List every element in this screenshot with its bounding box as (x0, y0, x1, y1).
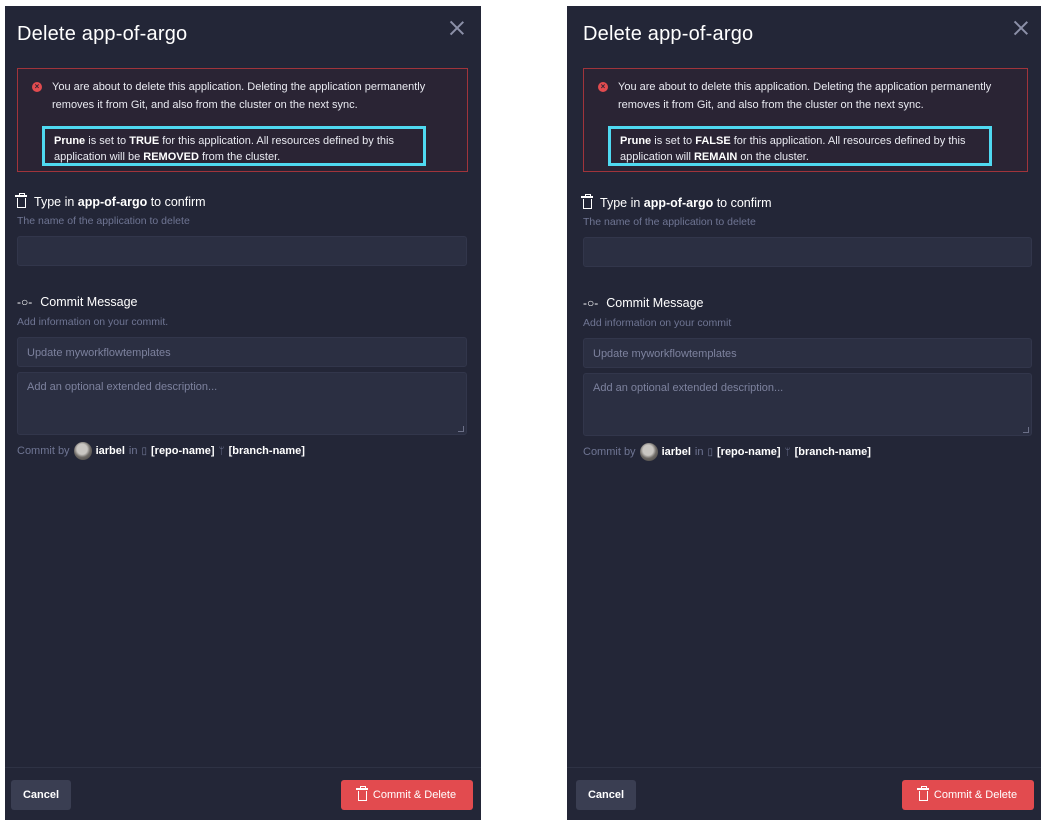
commit-delete-label: Commit & Delete (372, 789, 457, 801)
trash-icon (15, 193, 27, 208)
resize-handle[interactable] (1023, 427, 1029, 433)
commit-heading: -○- Commit Message (17, 295, 138, 309)
close-icon[interactable] (449, 20, 465, 36)
dialog-title: Delete app-of-argo (17, 23, 188, 45)
warning-alert: × You are about to delete this applicati… (583, 68, 1028, 172)
prune-highlight: Prune is set to FALSE for this applicati… (608, 126, 992, 166)
prune-mid-text: is set to (651, 135, 696, 147)
resize-handle[interactable] (458, 426, 464, 432)
footer-divider (567, 767, 1041, 768)
dialog-title: Delete app-of-argo (583, 23, 754, 45)
commit-in-label: in (694, 446, 704, 458)
prune-value: FALSE (695, 135, 731, 147)
commit-user: iarbel (95, 445, 125, 457)
repo-name: [repo-name] (717, 446, 781, 458)
confirm-suffix: to confirm (713, 196, 772, 210)
alert-message: You are about to delete this application… (618, 81, 992, 111)
prune-value: TRUE (129, 135, 160, 147)
commit-by-label: Commit by (17, 445, 70, 457)
branch-icon: ᛘ (784, 446, 791, 458)
confirm-app-name: app-of-argo (643, 196, 714, 210)
trash-icon (355, 786, 368, 801)
commit-heading-label: Commit Message (606, 296, 704, 310)
delete-dialog-prune-true: Delete app-of-argo × You are about to de… (5, 6, 481, 820)
prune-effect: REMOVED (143, 151, 199, 163)
branch-icon: ᛘ (218, 445, 225, 457)
close-icon[interactable] (1013, 20, 1029, 36)
commit-heading: -○- Commit Message (583, 296, 704, 310)
commit-in-label: in (128, 445, 138, 457)
confirm-prefix: Type in (600, 196, 644, 210)
error-icon: × (32, 82, 42, 92)
commit-heading-label: Commit Message (40, 295, 138, 309)
commit-by-label: Commit by (583, 446, 636, 458)
error-icon: × (598, 82, 608, 92)
commit-description-textarea[interactable]: Add an optional extended description... (17, 372, 467, 435)
avatar (639, 443, 658, 461)
footer-divider (5, 767, 481, 768)
commit-hint: Add information on your commit (583, 317, 732, 329)
commit-user: iarbel (661, 446, 691, 458)
repo-icon: ▯ (707, 446, 713, 458)
cancel-button[interactable]: Cancel (11, 780, 71, 810)
confirm-hint: The name of the application to delete (17, 215, 190, 227)
commit-summary-input[interactable]: Update myworkflowtemplates (583, 338, 1032, 368)
warning-alert: × You are about to delete this applicati… (17, 68, 468, 172)
avatar (73, 442, 92, 460)
commit-description-placeholder: Add an optional extended description... (593, 382, 784, 394)
confirm-hint: The name of the application to delete (583, 216, 756, 228)
prune-tail-text: from the cluster. (198, 151, 281, 163)
repo-icon: ▯ (141, 445, 147, 457)
prune-label: Prune (54, 135, 86, 147)
confirm-heading: Type in app-of-argo to confirm (581, 194, 772, 210)
prune-label: Prune (620, 135, 652, 147)
commit-icon: -○- (17, 295, 33, 309)
branch-name: [branch-name] (794, 446, 871, 458)
commit-description-textarea[interactable]: Add an optional extended description... (583, 373, 1032, 436)
commit-delete-label: Commit & Delete (933, 789, 1018, 801)
trash-icon (916, 786, 929, 801)
prune-notice: Prune is set to FALSE for this applicati… (620, 133, 990, 165)
prune-tail-text: on the cluster. (737, 151, 809, 163)
commit-by-line: Commit by iarbel in ▯ [repo-name] ᛘ [bra… (17, 442, 305, 460)
commit-by-line: Commit by iarbel in ▯ [repo-name] ᛘ [bra… (583, 443, 871, 461)
commit-summary-input[interactable]: Update myworkflowtemplates (17, 337, 467, 367)
commit-description-placeholder: Add an optional extended description... (27, 381, 218, 393)
confirm-heading: Type in app-of-argo to confirm (15, 193, 206, 209)
commit-delete-button[interactable]: Commit & Delete (341, 780, 473, 810)
delete-dialog-prune-false: Delete app-of-argo × You are about to de… (567, 6, 1041, 820)
commit-delete-button[interactable]: Commit & Delete (902, 780, 1034, 810)
confirm-label: Type in app-of-argo to confirm (600, 196, 772, 210)
prune-mid-text: is set to (85, 135, 130, 147)
cancel-button[interactable]: Cancel (576, 780, 636, 810)
confirm-name-input[interactable] (17, 236, 467, 266)
confirm-name-input[interactable] (583, 237, 1032, 267)
confirm-label: Type in app-of-argo to confirm (34, 195, 206, 209)
prune-notice: Prune is set to TRUE for this applicatio… (54, 133, 424, 165)
prune-effect: REMAIN (693, 151, 738, 163)
confirm-prefix: Type in (34, 195, 78, 209)
repo-name: [repo-name] (151, 445, 215, 457)
prune-highlight: Prune is set to TRUE for this applicatio… (42, 126, 426, 166)
commit-hint: Add information on your commit. (17, 316, 169, 328)
commit-icon: -○- (583, 296, 599, 310)
trash-icon (581, 194, 593, 209)
confirm-suffix: to confirm (147, 195, 206, 209)
confirm-app-name: app-of-argo (77, 195, 148, 209)
branch-name: [branch-name] (228, 445, 305, 457)
alert-message: You are about to delete this application… (52, 81, 426, 111)
